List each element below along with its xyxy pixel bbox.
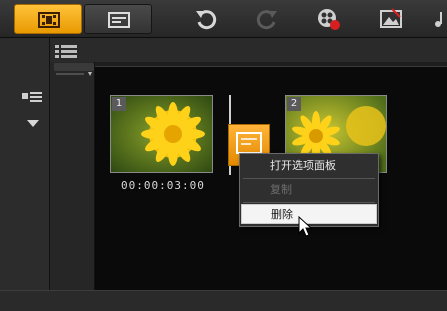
left-side-panel bbox=[0, 38, 50, 311]
storyboard-view-button[interactable] bbox=[14, 4, 82, 34]
menu-item-open-options-panel[interactable]: 打开选项面板 bbox=[241, 156, 377, 176]
undo-icon[interactable] bbox=[193, 6, 219, 32]
clip-number: 2 bbox=[287, 97, 301, 111]
clip-thumbnail-1[interactable]: 1 bbox=[110, 95, 213, 173]
sunflower-thumbnail bbox=[111, 96, 212, 172]
track-column bbox=[50, 62, 95, 290]
track-manager-icon[interactable] bbox=[22, 88, 42, 107]
top-toolbar bbox=[0, 0, 447, 38]
music-icon[interactable] bbox=[434, 6, 447, 32]
track-header bbox=[50, 38, 447, 62]
menu-item-copy[interactable]: 复制 bbox=[241, 180, 377, 200]
list-icon[interactable] bbox=[55, 43, 77, 62]
timeline-view-button[interactable] bbox=[84, 4, 152, 34]
menu-separator bbox=[243, 178, 375, 179]
image-edit-icon[interactable] bbox=[378, 6, 404, 32]
menu-separator bbox=[243, 202, 375, 203]
timeline-icon bbox=[108, 12, 130, 28]
record-capture-icon[interactable] bbox=[316, 6, 342, 32]
zoom-slider[interactable] bbox=[54, 63, 94, 76]
dropdown-arrow-icon[interactable] bbox=[27, 113, 39, 132]
clip-number: 1 bbox=[112, 97, 126, 111]
bottom-bar bbox=[0, 290, 447, 311]
film-icon bbox=[38, 12, 60, 28]
mouse-cursor-icon bbox=[298, 215, 313, 242]
redo-icon[interactable] bbox=[254, 6, 280, 32]
clip-duration: 00:00:03:00 bbox=[121, 179, 205, 192]
